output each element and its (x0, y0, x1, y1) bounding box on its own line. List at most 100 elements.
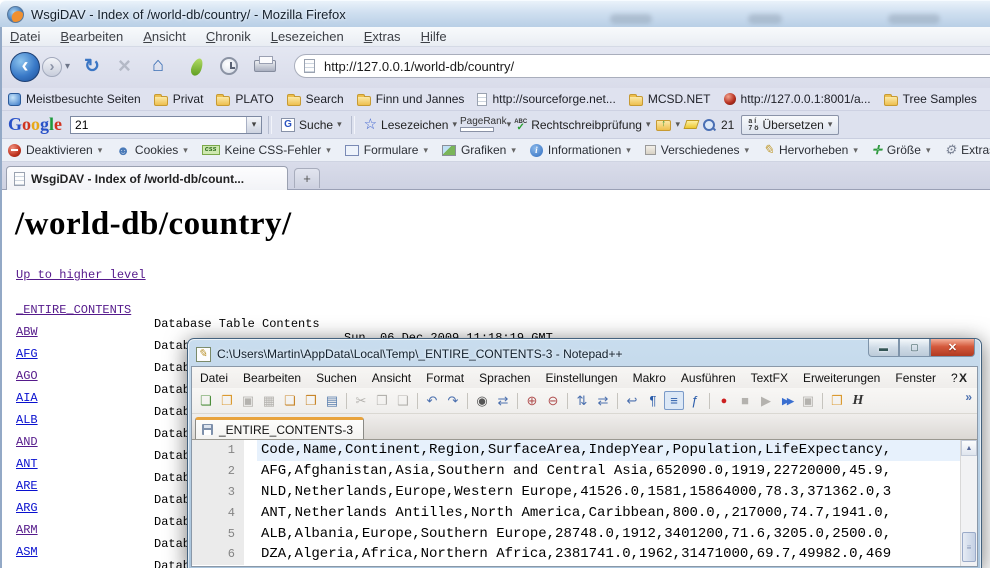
close-doc-icon[interactable]: ❏ (280, 391, 300, 410)
editor-area[interactable]: 1 Code,Name,Continent,Region,SurfaceArea… (192, 440, 977, 567)
bookmark-folder-tree-samples[interactable]: Tree Samples (884, 92, 977, 106)
webdev-css-fehler[interactable]: css Keine CSS-Fehler ▾ (202, 143, 331, 157)
tab-wsgidav[interactable]: WsgiDAV - Index of /world-db/count... (6, 166, 288, 190)
translate-button[interactable]: a í 7 ö Übersetzen ▾ (741, 115, 839, 135)
pagerank-indicator[interactable]: PageRank (460, 117, 507, 132)
leaf-addon-icon[interactable] (189, 57, 205, 77)
bookmark-folder-privat[interactable]: Privat (154, 92, 204, 106)
open-file-icon[interactable]: ❐ (217, 391, 237, 410)
bookmark-localhost-8001[interactable]: http://127.0.0.1:8001/a... (724, 92, 871, 106)
stop-button[interactable]: × (118, 53, 131, 79)
toolbar-separator[interactable] (709, 393, 710, 409)
google-lesezeichen-button[interactable]: ☆ Lesezeichen ▾ (364, 118, 457, 132)
npp-menu-einstellungen[interactable]: Einstellungen (546, 371, 618, 385)
menu-ansicht[interactable]: Ansicht (143, 29, 186, 44)
webdev-formulare[interactable]: Formulare ▾ (345, 143, 428, 157)
replace-icon[interactable]: ⇄ (493, 391, 513, 410)
clock-addon-icon[interactable] (220, 57, 238, 75)
npp-menu-erweiterungen[interactable]: Erweiterungen (803, 371, 880, 385)
bookmark-folder-mcsd[interactable]: MCSD.NET (629, 92, 711, 106)
close-button[interactable]: ✕ (930, 339, 975, 357)
webdev-deaktivieren[interactable]: Deaktivieren ▾ (8, 143, 102, 157)
forward-button[interactable]: › (42, 57, 62, 77)
new-tab-button[interactable]: + (294, 168, 320, 188)
firefox-titlebar[interactable]: WsgiDAV - Index of /world-db/country/ - … (0, 0, 990, 27)
history-dropdown-icon[interactable]: ▾ (65, 61, 70, 72)
toolbar-separator[interactable] (346, 393, 347, 409)
save-all-icon[interactable]: ▦ (259, 391, 279, 410)
npp-menu-hilfe[interactable]: ? (951, 371, 958, 385)
bookmark-meistbesuchte-seiten[interactable]: Meistbesuchte Seiten (8, 92, 141, 106)
print-icon[interactable]: ▤ (322, 391, 342, 410)
sync-vertical-icon[interactable]: ⇅ (572, 391, 592, 410)
webdev-verschiedenes[interactable]: Verschiedenes ▾ (645, 143, 749, 157)
minimize-button[interactable]: ▬ (868, 339, 899, 357)
macro-play-icon[interactable]: ▶ (756, 391, 776, 410)
webdev-informationen[interactable]: i Informationen ▾ (530, 143, 631, 157)
bookmark-sourceforge[interactable]: http://sourceforge.net... (477, 92, 615, 106)
document-tab[interactable]: _ENTIRE_CONTENTS-3 (195, 417, 364, 439)
google-suche-button[interactable]: G Suche ▾ (281, 118, 342, 132)
scrollbar-thumb[interactable]: ≡ (962, 532, 976, 562)
macro-record-icon[interactable]: ● (714, 391, 734, 410)
sync-horizontal-icon[interactable]: ⇄ (593, 391, 613, 410)
macro-stop-icon[interactable]: ■ (735, 391, 755, 410)
npp-menu-makro[interactable]: Makro (633, 371, 666, 385)
close-all-icon[interactable]: ❒ (301, 391, 321, 410)
find-count[interactable]: 21 (703, 118, 734, 132)
cut-icon[interactable]: ✂ (351, 391, 371, 410)
menu-bearbeiten[interactable]: Bearbeiten (60, 29, 123, 44)
reload-button[interactable]: ↻ (84, 55, 100, 78)
zoom-out-icon[interactable]: ⊖ (543, 391, 563, 410)
npp-menu-fenster[interactable]: Fenster (895, 371, 936, 385)
word-wrap-icon[interactable]: ↩ (622, 391, 642, 410)
google-search-input[interactable] (71, 117, 246, 133)
npp-menu-sprachen[interactable]: Sprachen (479, 371, 530, 385)
npp-menu-format[interactable]: Format (426, 371, 464, 385)
notepad-titlebar[interactable]: C:\Users\Martin\AppData\Local\Temp\_ENTI… (191, 342, 978, 366)
toolbar-separator[interactable] (517, 393, 518, 409)
maximize-button[interactable]: ▢ (899, 339, 930, 357)
search-dropdown-icon[interactable]: ▾ (246, 117, 261, 133)
paste-icon[interactable]: ❑ (393, 391, 413, 410)
npp-menu-ausfuehren[interactable]: Ausführen (681, 371, 736, 385)
webdev-groesse[interactable]: ✛ Größe ▾ (872, 143, 931, 157)
print-button[interactable] (254, 60, 276, 72)
npp-menu-textfx[interactable]: TextFX (751, 371, 788, 385)
save-icon[interactable]: ▣ (238, 391, 258, 410)
find-icon[interactable]: ◉ (472, 391, 492, 410)
npp-menu-suchen[interactable]: Suchen (316, 371, 357, 385)
zoom-in-icon[interactable]: ⊕ (522, 391, 542, 410)
webdev-hervorheben[interactable]: ✎ Hervorheben ▾ (763, 142, 858, 158)
document-close-icon[interactable]: X (959, 371, 967, 385)
back-button[interactable]: ‹ (10, 52, 40, 82)
bookmark-folder-plato[interactable]: PLATO (216, 92, 273, 106)
url-input[interactable] (322, 58, 942, 75)
toolbar-separator[interactable] (822, 393, 823, 409)
bookmark-folder-finn-und-jannes[interactable]: Finn und Jannes (357, 92, 465, 106)
macro-save-icon[interactable]: ▣ (798, 391, 818, 410)
url-bar[interactable] (294, 54, 990, 78)
webdev-extras[interactable]: ⚙ Extras ▾ (944, 142, 990, 158)
scroll-up-icon[interactable]: ▲ (961, 440, 977, 456)
spellcheck-button[interactable]: ABC ✓ Rechtschreibprüfung ▾ (514, 118, 650, 132)
npp-menu-ansicht[interactable]: Ansicht (372, 371, 411, 385)
copy-icon[interactable]: ❐ (372, 391, 392, 410)
toolbar-separator[interactable] (617, 393, 618, 409)
npp-menu-bearbeiten[interactable]: Bearbeiten (243, 371, 301, 385)
chevron-down-icon[interactable]: ▾ (507, 119, 512, 130)
npp-menu-datei[interactable]: Datei (200, 371, 228, 385)
toolbar-separator[interactable] (567, 393, 568, 409)
google-search-box[interactable]: ▾ (70, 116, 262, 134)
function-list-icon[interactable]: ƒ (685, 391, 705, 410)
doc-monitor-icon[interactable]: ❒ (827, 391, 847, 410)
macro-run-multiple-icon[interactable]: ▶▶ (777, 391, 797, 410)
up-to-higher-level-link[interactable]: Up to higher level (16, 268, 146, 282)
menu-chronik[interactable]: Chronik (206, 29, 251, 44)
toolbar-separator[interactable] (417, 393, 418, 409)
menu-extras[interactable]: Extras (364, 29, 401, 44)
webdev-grafiken[interactable]: Grafiken ▾ (442, 143, 516, 157)
menu-datei[interactable]: Datei (10, 29, 40, 44)
new-file-icon[interactable]: ❏ (196, 391, 216, 410)
textfx-icon[interactable]: H (848, 391, 868, 410)
